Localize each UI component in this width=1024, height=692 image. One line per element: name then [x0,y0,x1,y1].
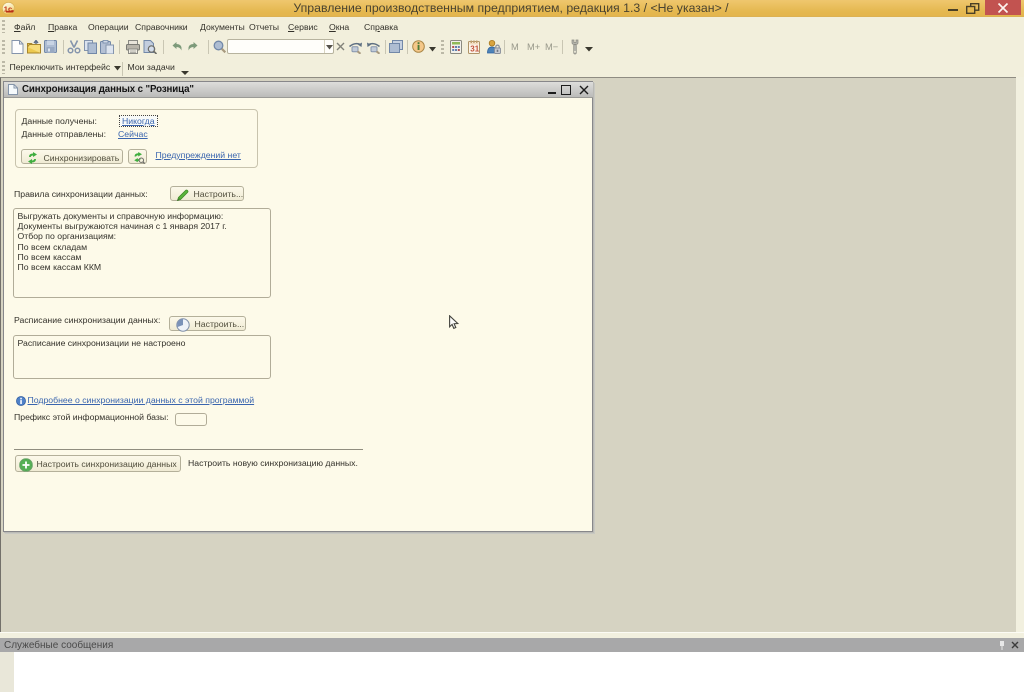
svg-text:31: 31 [470,45,479,54]
